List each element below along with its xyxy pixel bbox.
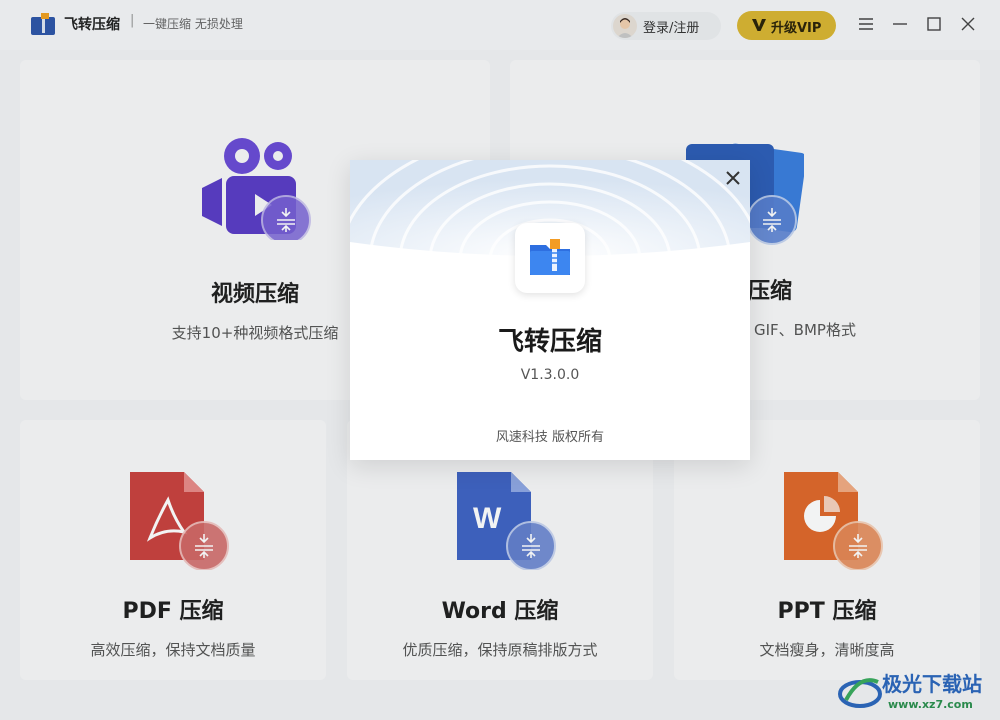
about-dialog: 飞转压缩 V1.3.0.0 风速科技 版权所有 bbox=[350, 160, 750, 460]
dialog-copyright: 风速科技 版权所有 bbox=[495, 430, 605, 445]
watermark: 极光下载站 www.xz7.com bbox=[838, 666, 998, 716]
watermark-text: 极光下载站 bbox=[882, 672, 982, 696]
dialog-app-logo-icon bbox=[515, 223, 585, 293]
dialog-title: 飞转压缩 bbox=[497, 327, 602, 357]
dialog-version: V1.3.0.0 bbox=[520, 367, 580, 383]
watermark-logo-icon bbox=[838, 678, 882, 708]
dialog-close-icon[interactable] bbox=[723, 168, 743, 188]
watermark-url: www.xz7.com bbox=[888, 698, 973, 711]
